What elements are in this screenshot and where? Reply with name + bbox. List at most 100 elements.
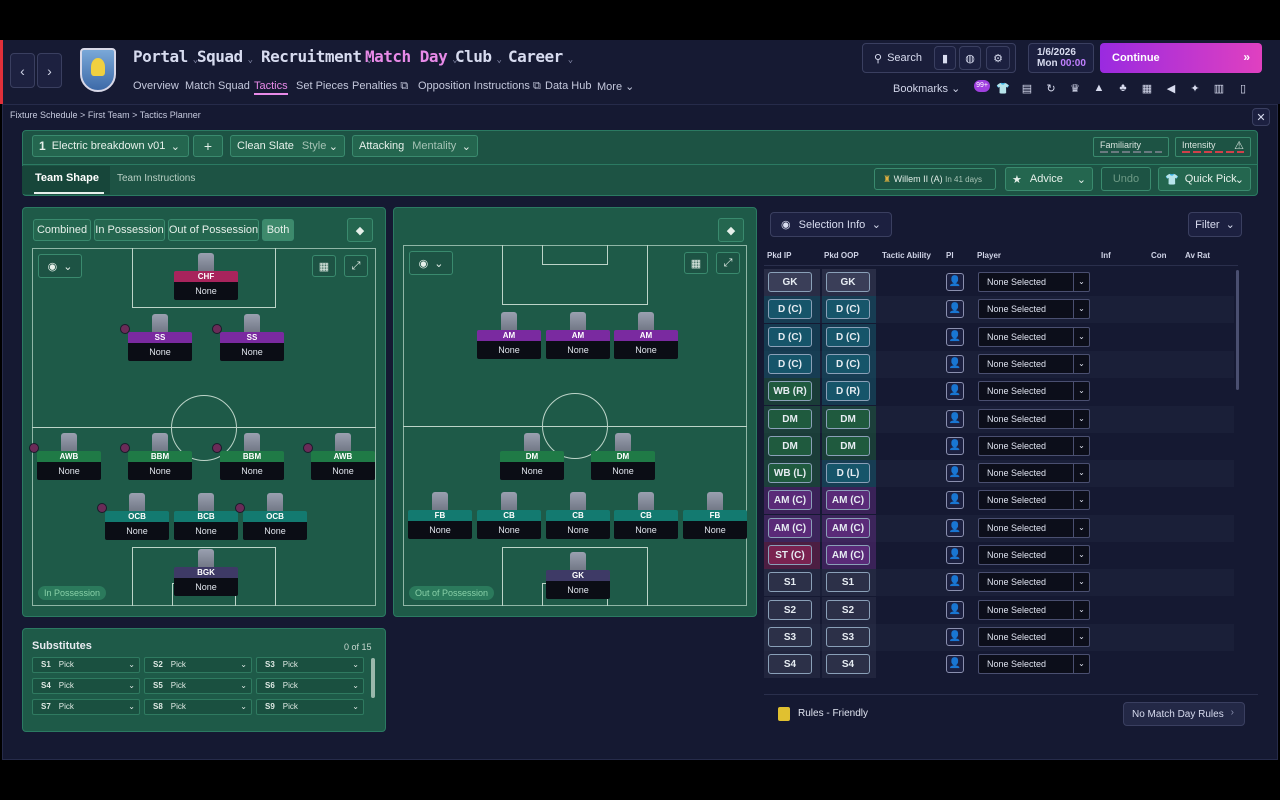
ip-player-slot[interactable]: BCB None [174, 493, 238, 547]
oop-player-slot[interactable]: FB None [408, 492, 472, 546]
player-instructions-icon[interactable]: 👤 [946, 600, 964, 619]
subnav-set-pieces[interactable]: Set Pieces [296, 80, 349, 92]
add-tactic-button[interactable]: + [193, 135, 223, 157]
substitute-slot[interactable]: S4 Pick ⌄ [32, 678, 140, 694]
nav-squad[interactable]: Squad ⌄ [197, 47, 253, 66]
selection-row[interactable]: AM (C) AM (C) 👤 None Selected ⌄ [764, 514, 1234, 542]
style-dropdown[interactable]: Clean Slate Style ⌄ [230, 135, 345, 157]
substitute-slot[interactable]: S9 Pick ⌄ [256, 699, 364, 715]
next-fixture[interactable]: ♜ Willem II (A) In 41 days [874, 168, 996, 190]
selection-row[interactable]: ST (C) AM (C) 👤 None Selected ⌄ [764, 542, 1234, 569]
tactic-selector[interactable]: 1 Electric breakdown v01 ⌄ [32, 135, 189, 157]
picked-oop-position[interactable]: D (L) [826, 463, 870, 484]
oop-player-slot[interactable]: FB None [683, 492, 747, 546]
nav-career[interactable]: Career ⌄ [508, 47, 573, 66]
refresh-icon[interactable]: ↻ [1044, 82, 1058, 95]
quick-pick-button[interactable]: 👕 Quick Pick ⌄ [1158, 167, 1251, 191]
player-instructions-icon[interactable]: 👤 [946, 518, 964, 537]
substitute-slot[interactable]: S8 Pick ⌄ [144, 699, 252, 715]
picked-oop-position[interactable]: DM [826, 408, 870, 429]
oop-player-slot[interactable]: CB None [614, 492, 678, 546]
picked-oop-position[interactable]: D (R) [826, 381, 870, 402]
notes-icon[interactable]: ▯ [1236, 82, 1250, 95]
tab-team-shape[interactable]: Team Shape [35, 172, 99, 184]
pitch-options-button-oop[interactable]: ◆ [718, 218, 744, 242]
report-icon[interactable]: ▦ [1140, 82, 1154, 95]
club-crest[interactable] [80, 48, 116, 92]
breadcrumb-first-team[interactable]: First Team [88, 110, 130, 120]
document-icon[interactable]: ▤ [1020, 82, 1034, 95]
selection-row[interactable]: WB (L) D (L) 👤 None Selected ⌄ [764, 460, 1234, 488]
oop-player-slot[interactable]: AM None [614, 312, 678, 366]
player-instructions-icon[interactable]: 👤 [946, 327, 964, 346]
ip-player-slot[interactable]: SS None [212, 314, 284, 368]
scouting-icon[interactable]: ✦ [1188, 82, 1202, 95]
view-toggle-oop[interactable]: ◉ ⌄ [409, 251, 453, 275]
picked-oop-position[interactable]: S3 [826, 626, 870, 647]
player-select[interactable]: None Selected ⌄ [978, 381, 1090, 402]
substitute-slot[interactable]: S1 Pick ⌄ [32, 657, 140, 673]
subnav-data-hub[interactable]: Data Hub [545, 80, 591, 92]
selection-row[interactable]: S2 S2 👤 None Selected ⌄ [764, 596, 1234, 624]
picked-ip-position[interactable]: GK [768, 272, 812, 292]
player-instructions-icon[interactable]: 👤 [946, 409, 964, 428]
megaphone-icon[interactable]: ◀ [1164, 82, 1178, 95]
col-pkd-oop[interactable]: Pkd OOP [824, 251, 859, 260]
col-player[interactable]: Player [977, 251, 1001, 260]
oop-player-slot[interactable]: AM None [546, 312, 610, 366]
advice-button[interactable]: ★ Advice ⌄ [1005, 167, 1093, 191]
pitch-options-button[interactable]: ◆ [347, 218, 373, 242]
intensity-meter[interactable]: Intensity ⚠ [1175, 137, 1251, 157]
player-instructions-icon[interactable]: 👤 [946, 300, 964, 319]
oop-player-slot[interactable]: DM None [500, 433, 564, 487]
picked-oop-position[interactable]: S4 [826, 654, 870, 675]
selection-row[interactable]: D (C) D (C) 👤 None Selected ⌄ [764, 350, 1234, 378]
oop-player-slot[interactable]: CB None [546, 492, 610, 546]
subnav-tactics[interactable]: Tactics [254, 80, 288, 95]
filter-dropdown[interactable]: Filter ⌄ [1188, 212, 1242, 237]
nav-portal[interactable]: Portal ⌄ [133, 47, 198, 66]
ip-player-slot[interactable]: AWB None [303, 433, 375, 487]
picked-oop-position[interactable]: S1 [826, 572, 870, 593]
picked-oop-position[interactable]: D (C) [826, 353, 870, 374]
subnav-opposition-instructions[interactable]: Opposition Instructions ⧉ [418, 80, 541, 93]
selection-scrollbar[interactable] [1236, 270, 1239, 390]
ip-player-slot[interactable]: OCB None [235, 493, 307, 547]
player-select[interactable]: None Selected ⌄ [978, 517, 1090, 538]
player-select[interactable]: None Selected ⌄ [978, 463, 1090, 484]
oop-player-slot[interactable]: GK None [546, 552, 610, 606]
selection-row[interactable]: WB (R) D (R) 👤 None Selected ⌄ [764, 378, 1234, 406]
forward-button[interactable]: › [37, 53, 62, 88]
selection-row[interactable]: D (C) D (C) 👤 None Selected ⌄ [764, 296, 1234, 324]
substitute-slot[interactable]: S5 Pick ⌄ [144, 678, 252, 694]
training-icon[interactable]: ▲ [1092, 82, 1106, 94]
col-tactic-ability[interactable]: Tactic Ability [882, 251, 931, 260]
bookmarks-dropdown[interactable]: Bookmarks ⌄ [893, 82, 960, 95]
player-instructions-icon[interactable]: 👤 [946, 546, 964, 564]
player-instructions-icon[interactable]: 👤 [946, 382, 964, 401]
picked-oop-position[interactable]: S2 [826, 599, 870, 620]
view-toggle[interactable]: ◉ ⌄ [38, 254, 82, 278]
picked-ip-position[interactable]: ST (C) [768, 545, 812, 565]
picked-ip-position[interactable]: S3 [768, 626, 812, 647]
oop-player-slot[interactable]: AM None [477, 312, 541, 366]
col-inf[interactable]: Inf [1101, 251, 1111, 260]
nav-match-day[interactable]: Match Day ⌄ [365, 47, 458, 66]
selection-row[interactable]: DM DM 👤 None Selected ⌄ [764, 432, 1234, 460]
picked-ip-position[interactable]: AM (C) [768, 490, 812, 511]
phase-tab-combined[interactable]: Combined [33, 219, 91, 241]
player-instructions-icon[interactable]: 👤 [946, 464, 964, 483]
picked-ip-position[interactable]: S2 [768, 599, 812, 620]
picked-ip-position[interactable]: WB (L) [768, 463, 812, 484]
phase-tab-out-of-possession[interactable]: Out of Possession [168, 219, 259, 241]
col-con[interactable]: Con [1151, 251, 1167, 260]
player-instructions-icon[interactable]: 👤 [946, 655, 964, 674]
picked-oop-position[interactable]: AM (C) [826, 517, 870, 538]
player-select[interactable]: None Selected ⌄ [978, 572, 1090, 593]
calendar-icon[interactable]: ▥ [1212, 82, 1226, 95]
picked-ip-position[interactable]: WB (R) [768, 381, 812, 402]
shirt-icon[interactable]: 👕 [996, 82, 1010, 95]
substitute-slot[interactable]: S6 Pick ⌄ [256, 678, 364, 694]
match-day-rules-button[interactable]: No Match Day Rules › [1123, 702, 1245, 726]
nav-club[interactable]: Club ⌄ [455, 47, 502, 66]
